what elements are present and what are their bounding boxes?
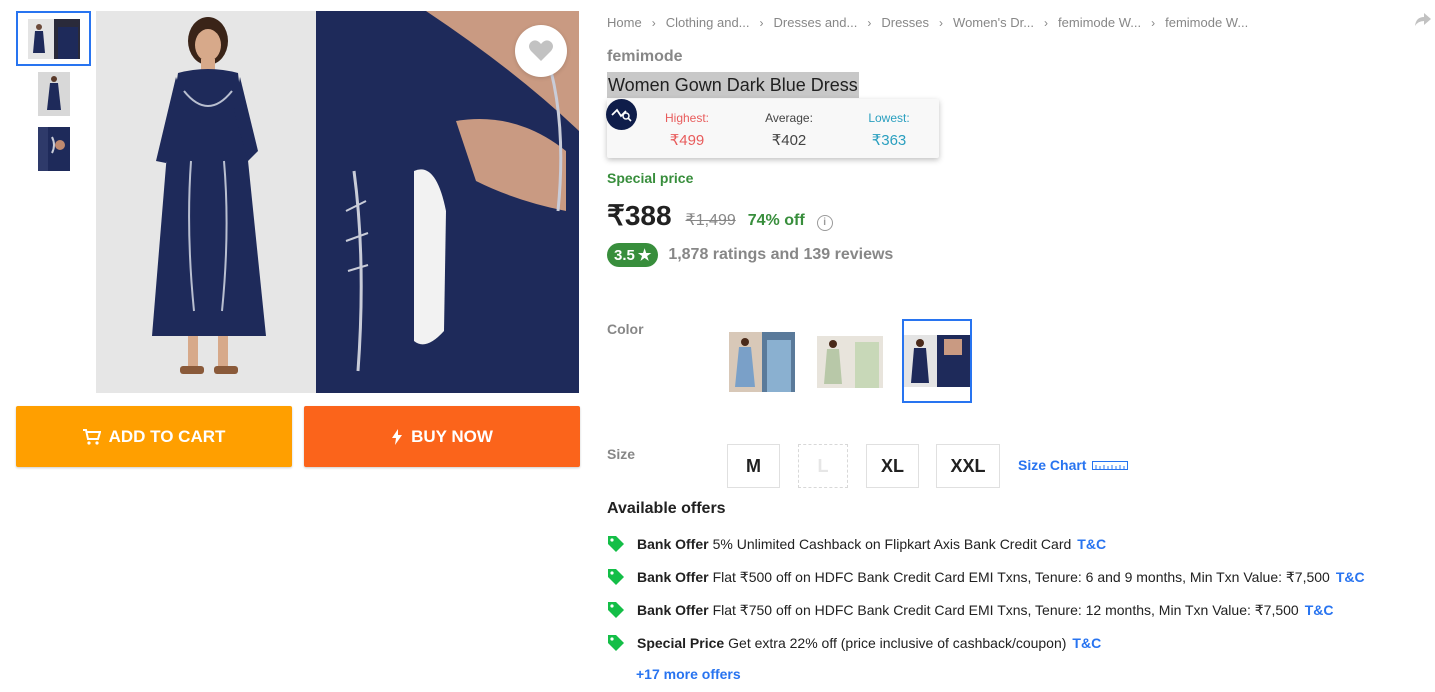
buy-now-button[interactable]: BUY NOW [304,406,580,467]
lowest-price: Lowest: ₹363 [859,111,919,149]
offer-item: Special Price Get extra 22% off (price i… [607,634,1101,652]
breadcrumb-link[interactable]: Dresses and... [774,15,858,30]
terms-link[interactable]: T&C [1336,569,1365,585]
breadcrumb-link[interactable]: Dresses [881,15,929,30]
size-label: Size [607,446,636,462]
add-to-cart-button[interactable]: ADD TO CART [16,406,292,467]
swatch-image [817,336,883,388]
price-row: ₹388 ₹1,499 74% off i [607,199,833,232]
highest-price: Highest: ₹499 [657,111,717,149]
breadcrumb: Home › Clothing and... › Dresses and... › D… [607,15,1248,30]
offer-text: Flat ₹500 off on HDFC Bank Credit Card E… [712,568,1330,585]
tag-icon [608,635,624,651]
chevron-right-icon: › [1151,15,1156,30]
average-label: Average: [765,111,813,125]
cart-icon [82,428,101,445]
thumbnail-list [16,11,91,176]
size-option-m[interactable]: M [727,444,780,488]
offer-text: Get extra 22% off (price inclusive of ca… [728,635,1067,651]
terms-link[interactable]: T&C [1305,602,1334,618]
color-swatch-3-selected[interactable] [902,319,972,403]
tag-icon [608,569,624,585]
offer-text: 5% Unlimited Cashback on Flipkart Axis B… [712,536,1072,552]
add-to-cart-label: ADD TO CART [108,426,226,446]
chevron-right-icon: › [651,15,656,30]
terms-link[interactable]: T&C [1072,635,1101,651]
lightning-icon [392,428,403,445]
offer-type: Special Price [637,635,725,651]
ruler-icon [1092,461,1129,470]
offer-item: Bank Offer Flat ₹500 off on HDFC Bank Cr… [607,568,1365,586]
breadcrumb-link[interactable]: femimode W... [1058,15,1141,30]
offer-type: Bank Offer [637,569,709,585]
color-swatch-2[interactable] [815,320,885,404]
chevron-right-icon: › [759,15,764,30]
breadcrumb-link[interactable]: Clothing and... [666,15,750,30]
color-label: Color [607,321,644,337]
chevron-right-icon: › [867,15,872,30]
original-price: ₹1,499 [685,212,736,229]
rating-row: 3.5 ★ 1,878 ratings and 139 reviews [607,243,893,267]
info-icon[interactable]: i [816,214,833,231]
product-brand[interactable]: femimode [607,48,683,66]
size-chart-label: Size Chart [1018,457,1087,473]
offer-item: Bank Offer Flat ₹750 off on HDFC Bank Cr… [607,601,1334,619]
swatch-image [729,332,795,392]
average-value: ₹402 [771,132,807,149]
average-price: Average: ₹402 [759,111,819,149]
thumbnail-2[interactable] [16,66,91,121]
thumbnail-image [37,126,70,171]
thumbnail-image [27,18,80,59]
lowest-value: ₹363 [871,132,907,149]
special-price-label: Special price [607,170,694,186]
offer-item: Bank Offer 5% Unlimited Cashback on Flip… [607,535,1106,553]
chevron-right-icon: › [939,15,944,30]
available-offers-heading: Available offers [607,500,726,517]
rating-badge[interactable]: 3.5 ★ [607,243,659,267]
offer-type: Bank Offer [637,602,709,618]
discount-percent: 74% off [747,212,805,229]
wishlist-button[interactable] [515,25,567,77]
thumbnail-1[interactable] [16,11,91,66]
tag-icon [608,536,624,552]
chart-trend-icon [610,108,632,122]
price-history-card: Highest: ₹499 Average: ₹402 Lowest: ₹363 [606,99,939,158]
size-chart-link[interactable]: Size Chart [1018,457,1129,473]
share-button[interactable] [1414,12,1432,33]
lowest-label: Lowest: [868,111,910,125]
size-option-xxl[interactable]: XXL [936,444,1000,488]
offer-text: Flat ₹750 off on HDFC Bank Credit Card E… [712,601,1299,618]
highest-value: ₹499 [669,132,705,149]
tag-icon [608,602,624,618]
product-main-image[interactable] [96,11,579,393]
thumbnail-3[interactable] [16,121,91,176]
highest-label: Highest: [664,111,710,125]
size-option-l-unavailable: L [798,444,848,488]
breadcrumb-link[interactable]: femimode W... [1165,15,1248,30]
more-offers-link[interactable]: +17 more offers [636,666,741,682]
offer-type: Bank Offer [637,536,709,552]
share-icon [1415,13,1431,26]
star-icon: ★ [637,247,652,264]
breadcrumb-link[interactable]: Home [607,15,642,30]
breadcrumb-link[interactable]: Women's Dr... [953,15,1034,30]
current-price: ₹388 [607,200,672,231]
swatch-image [904,335,970,387]
product-title: Women Gown Dark Blue Dress [607,72,859,98]
heart-icon [529,40,553,61]
product-photo [96,11,579,393]
rating-summary[interactable]: 1,878 ratings and 139 reviews [668,246,893,264]
terms-link[interactable]: T&C [1077,536,1106,552]
color-swatch-1[interactable] [727,320,797,404]
chevron-right-icon: › [1044,15,1049,30]
size-option-xl[interactable]: XL [866,444,919,488]
buy-now-label: BUY NOW [411,426,493,446]
rating-score: 3.5 [614,246,635,264]
price-history-logo-icon[interactable] [606,99,637,130]
thumbnail-image [37,71,70,116]
